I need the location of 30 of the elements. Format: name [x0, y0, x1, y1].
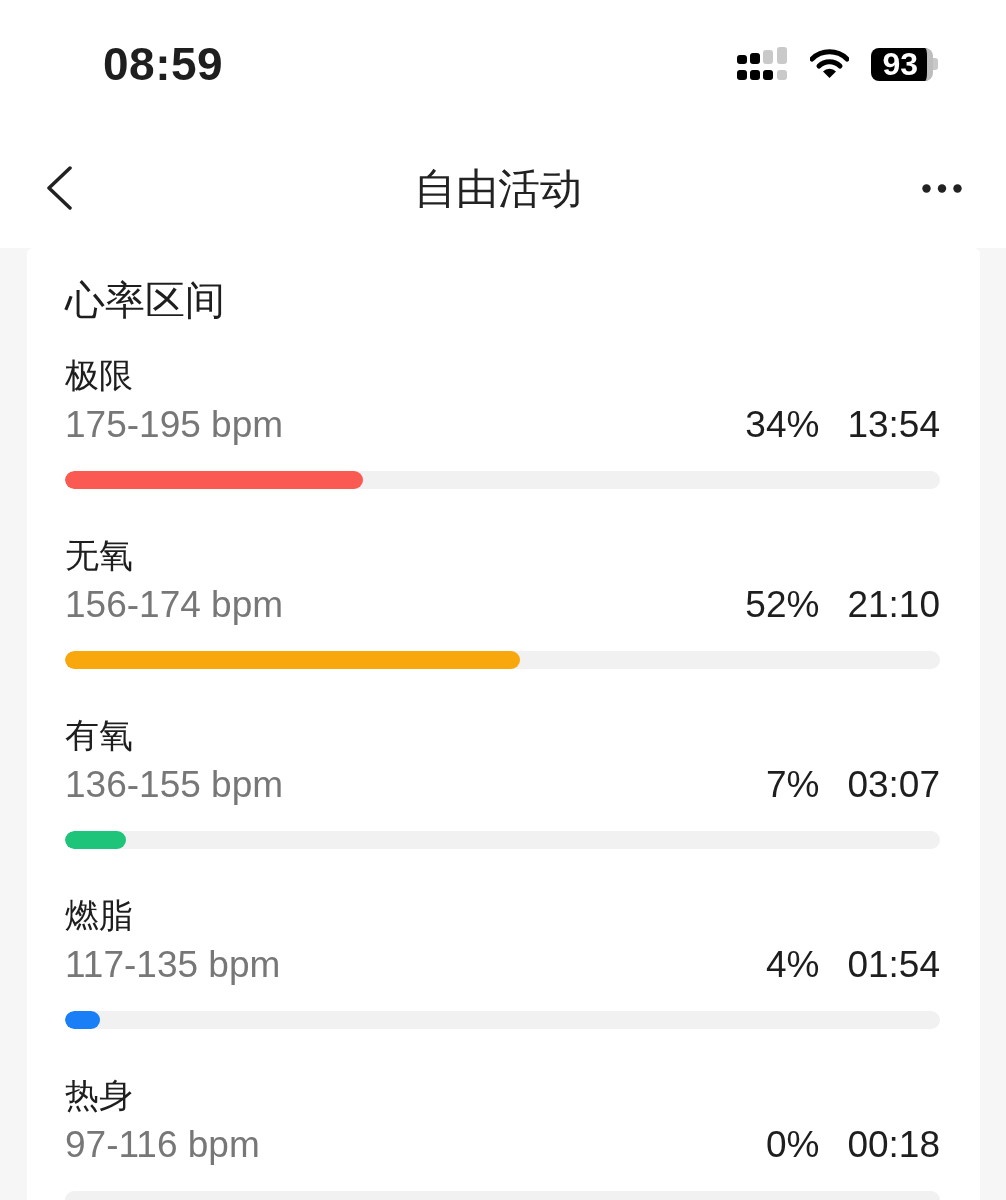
zone-percent: 34% [745, 403, 820, 447]
signal-icon [737, 47, 789, 81]
page-title: 自由活动 [413, 163, 582, 214]
zone-duration: 01:54 [847, 943, 940, 987]
zone-duration: 03:07 [847, 763, 940, 807]
bpm-range: 97-116 bpm [65, 1123, 260, 1167]
bpm-range: 136-155 bpm [65, 763, 284, 807]
zone-duration: 00:18 [847, 1123, 940, 1167]
zone-percent: 0% [765, 1123, 820, 1167]
bpm-range: 117-135 bpm [65, 943, 281, 987]
clock-time: 08:59 [103, 36, 224, 92]
zone-percent: 7% [765, 763, 820, 807]
zone-name: 无氧 [65, 535, 134, 576]
zone-name: 有氧 [65, 715, 134, 756]
more-dots-icon [922, 183, 962, 193]
zone-duration: 13:54 [847, 403, 940, 447]
bpm-range: 175-195 bpm [65, 403, 284, 447]
card-title: 心率区间 [65, 277, 226, 324]
zone-percent: 52% [745, 583, 820, 627]
more-button[interactable] [922, 183, 962, 193]
back-chevron-icon [45, 166, 73, 210]
wifi-icon [810, 49, 850, 79]
battery-indicator: 93 [871, 47, 938, 81]
zone-duration: 21:10 [847, 583, 940, 627]
zone-name: 极限 [65, 355, 134, 396]
zone-name: 热身 [65, 1075, 134, 1116]
zone-percent: 4% [765, 943, 820, 987]
zone-name: 燃脂 [65, 895, 134, 936]
back-button[interactable] [45, 166, 73, 210]
bpm-range: 156-174 bpm [65, 583, 284, 627]
